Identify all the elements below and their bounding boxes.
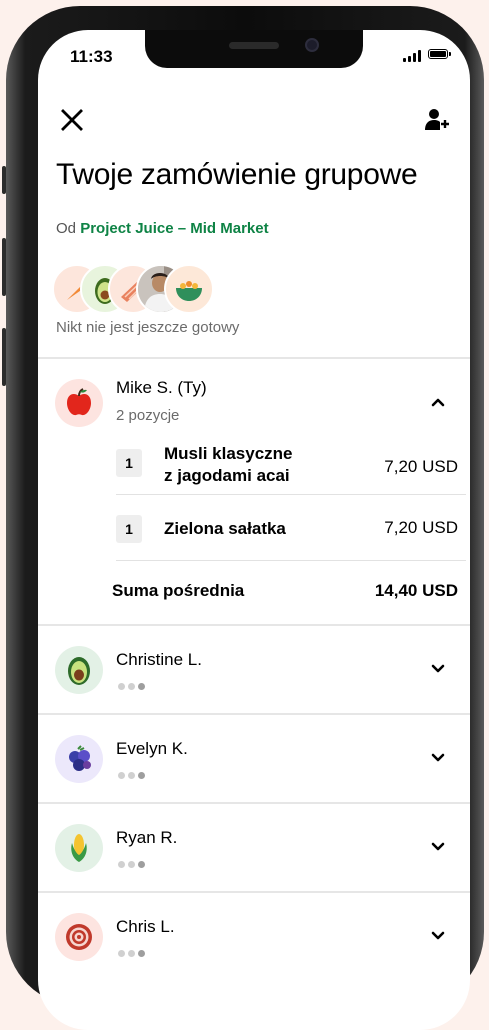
member-name: Chris L. — [116, 917, 175, 936]
avatar-stack — [52, 264, 252, 314]
mute-switch — [2, 166, 6, 194]
item-price: 7,20 USD — [384, 457, 458, 476]
store-link[interactable]: Project Juice – Mid Market — [80, 220, 268, 237]
camera — [305, 38, 319, 52]
speaker — [229, 42, 279, 49]
chevron-down-icon[interactable] — [430, 750, 446, 766]
signal-icon — [403, 50, 421, 62]
status-time: 11:33 — [70, 47, 113, 66]
store-line: Od Project Juice – Mid Market — [56, 220, 269, 237]
divider — [38, 713, 470, 715]
close-icon[interactable] — [60, 108, 84, 132]
subtotal-value: 14,40 USD — [374, 581, 458, 600]
notch — [145, 30, 363, 68]
onion-icon — [55, 913, 103, 961]
divider — [38, 624, 470, 626]
app-screen: 11:33 Twoje zamówienie grupowe Od Projec… — [38, 30, 470, 1030]
subtotal-label: Suma pośrednia — [112, 581, 245, 600]
progress-dots — [118, 772, 145, 779]
item-divider — [116, 560, 466, 561]
progress-dots — [118, 950, 145, 957]
item-name: Musli klasyczne z jagodami acai — [164, 443, 293, 487]
item-quantity: 1 — [116, 515, 142, 543]
page-title: Twoje zamówienie grupowe — [56, 158, 418, 191]
item-price: 7,20 USD — [384, 518, 458, 537]
from-prefix: Od — [56, 220, 77, 237]
chevron-up-icon[interactable] — [430, 394, 446, 410]
member-name: Ryan R. — [116, 828, 178, 847]
divider — [38, 891, 470, 893]
member-name: Christine L. — [116, 650, 202, 669]
divider — [38, 802, 470, 804]
volume-down-button — [2, 328, 6, 386]
member-item-count: 2 pozycje — [116, 407, 180, 424]
item-quantity: 1 — [116, 449, 142, 477]
bowl-icon — [164, 264, 214, 314]
member-name: Evelyn K. — [116, 739, 188, 758]
battery-tip — [449, 52, 451, 56]
item-name: Zielona sałatka — [164, 519, 286, 538]
apple-icon — [55, 379, 103, 427]
item-name-line1: Musli klasyczne — [164, 444, 293, 463]
chevron-down-icon[interactable] — [430, 839, 446, 855]
battery-icon — [428, 49, 448, 59]
volume-up-button — [2, 238, 6, 296]
member-name: Mike S. (Ty) — [116, 378, 207, 397]
chevron-down-icon[interactable] — [430, 928, 446, 944]
avocado-icon — [55, 646, 103, 694]
ready-status: Nikt nie jest jeszcze gotowy — [56, 319, 240, 336]
chevron-down-icon[interactable] — [430, 661, 446, 677]
divider — [38, 357, 470, 359]
corn-icon — [55, 824, 103, 872]
progress-dots — [118, 861, 145, 868]
progress-dots — [118, 683, 145, 690]
item-name-line2: z jagodami acai — [164, 466, 290, 485]
add-person-icon[interactable] — [424, 108, 450, 132]
item-divider — [116, 494, 466, 495]
berries-icon — [55, 735, 103, 783]
